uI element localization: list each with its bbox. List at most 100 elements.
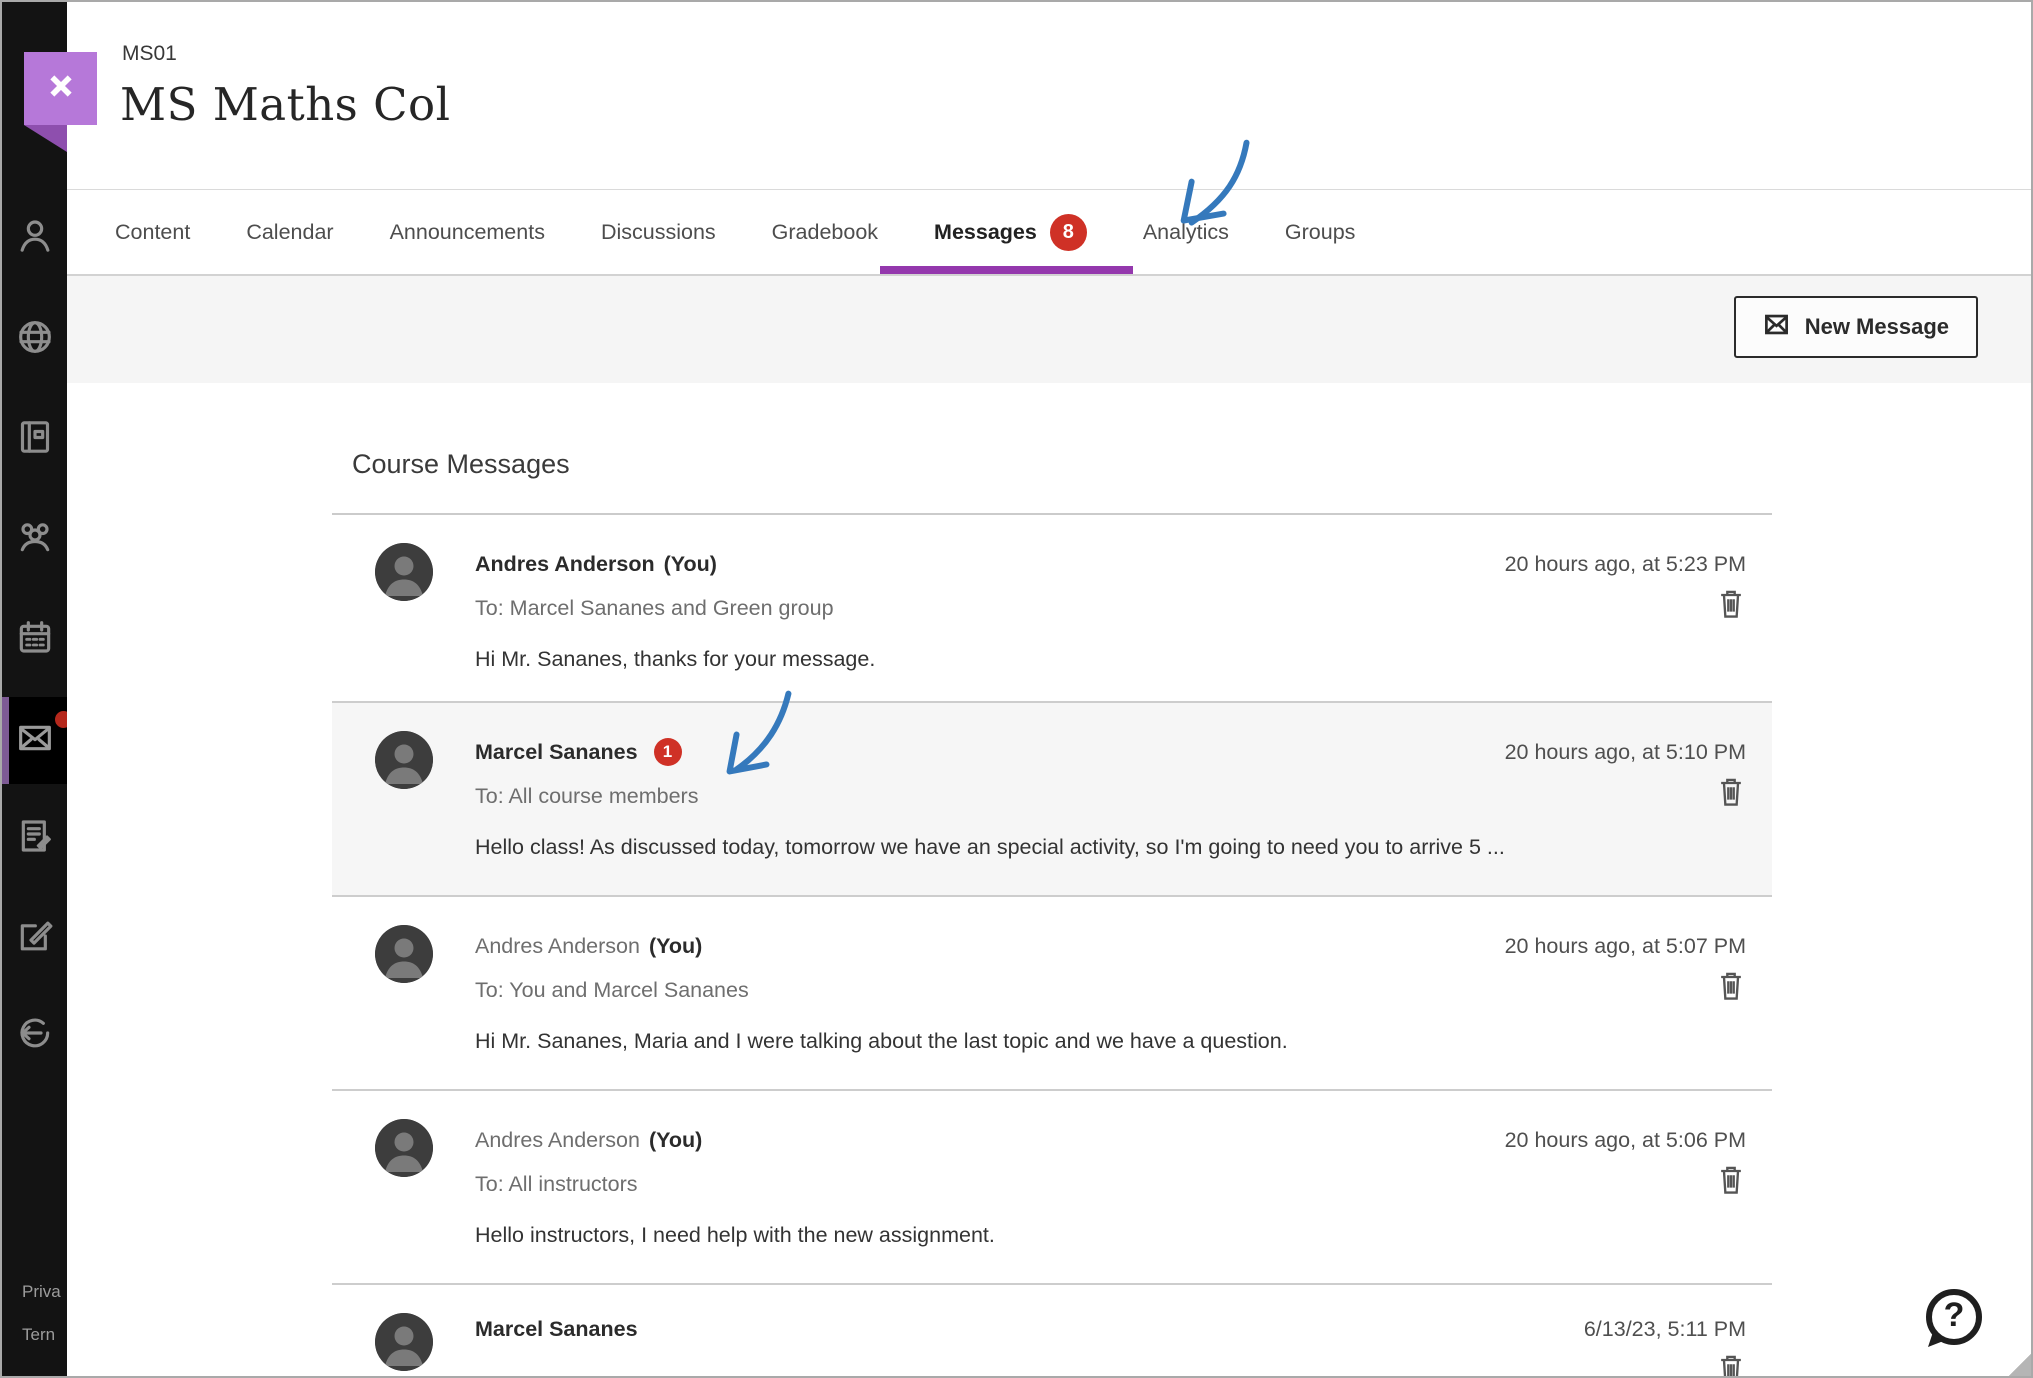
help-button[interactable]: ? [1916, 1284, 1988, 1356]
sidebar-item-globe[interactable] [2, 311, 67, 367]
avatar [375, 731, 433, 789]
tab-analytics[interactable]: Analytics [1115, 190, 1257, 274]
sidebar-item-grades-notes[interactable] [2, 810, 67, 866]
sender-you-suffix: (You) [663, 552, 717, 576]
sender-you-suffix: (You) [648, 934, 703, 958]
tab-announcements[interactable]: Announcements [362, 190, 573, 274]
timestamp: 20 hours ago, at 5:07 PM [1504, 934, 1746, 958]
tab-label: Messages [934, 219, 1037, 244]
message-row[interactable]: Andres Anderson (You) To: You and Marcel… [332, 897, 1772, 1091]
sidebar-item-compose[interactable] [2, 909, 67, 965]
tab-calendar[interactable]: Calendar [218, 190, 361, 274]
sender-name: Andres Anderson [475, 934, 640, 958]
globe-icon [15, 317, 55, 362]
tab-label: Analytics [1142, 219, 1229, 244]
delete-message-button[interactable] [1716, 1352, 1746, 1376]
message-row[interactable]: Andres Anderson (You) To: Marcel Sananes… [332, 515, 1772, 703]
timestamp: 20 hours ago, at 5:23 PM [1504, 552, 1746, 576]
message-preview: Hi Mr. Sananes, thanks for your message. [475, 647, 876, 671]
sidebar-item-person[interactable] [2, 210, 67, 266]
message-meta: 6/13/23, 5:11 PM [1584, 1314, 1746, 1376]
help-question-bubble-icon: ? [1916, 1289, 1988, 1359]
tab-label: Announcements [389, 219, 545, 244]
close-icon [45, 70, 77, 107]
delete-message-button[interactable] [1716, 587, 1746, 619]
tab-unread-badge: 8 [1049, 213, 1087, 251]
sender-name: Marcel Sananes [475, 740, 638, 764]
courses-book-icon [15, 417, 55, 462]
trash-icon [1716, 590, 1746, 622]
avatar [375, 543, 433, 601]
trash-icon [1716, 972, 1746, 1004]
sender-name: Marcel Sananes [475, 1317, 638, 1341]
compose-icon [15, 915, 55, 960]
sign-out-icon [15, 1013, 55, 1058]
message-row[interactable]: Marcel Sananes 6/13/23, 5:11 PM [332, 1285, 1772, 1376]
timestamp: 6/13/23, 5:11 PM [1583, 1317, 1746, 1341]
tab-messages[interactable]: Messages 8 [880, 190, 1133, 274]
new-message-button[interactable]: New Message [1733, 296, 1978, 358]
delete-message-button[interactable] [1716, 775, 1746, 807]
new-message-label: New Message [1804, 314, 1949, 339]
avatar [375, 925, 433, 983]
avatar [375, 1313, 433, 1371]
tab-content[interactable]: Content [87, 190, 218, 274]
sender-name: Andres Anderson [475, 552, 655, 576]
message-preview: Hello class! As discussed today, tomorro… [475, 835, 1505, 859]
active-tab-underline [880, 266, 1133, 274]
message-meta: 20 hours ago, at 5:07 PM [1505, 931, 1746, 1001]
message-list: Andres Anderson (You) To: Marcel Sananes… [332, 513, 1772, 1376]
trash-icon [1716, 1166, 1746, 1198]
timestamp: 20 hours ago, at 5:06 PM [1504, 1128, 1746, 1152]
sidebar-item-sign-out[interactable] [2, 1007, 67, 1063]
timestamp: 20 hours ago, at 5:10 PM [1504, 740, 1746, 764]
messages-toolbar: New Message [67, 274, 2031, 384]
sidebar-item-courses-book[interactable] [2, 411, 67, 467]
avatar [375, 1119, 433, 1177]
people-group-icon [15, 517, 55, 562]
tab-label: Gradebook [771, 219, 879, 244]
recipients-line: To: All course members [475, 784, 699, 808]
grades-notes-icon [15, 816, 55, 861]
sender-you-suffix: (You) [648, 1128, 703, 1152]
global-navigation-sidebar: Priva Tern [2, 2, 67, 1376]
tab-discussions[interactable]: Discussions [573, 190, 744, 274]
delete-message-button[interactable] [1716, 969, 1746, 1001]
active-item-indicator [2, 697, 9, 784]
recipients-line: To: You and Marcel Sananes [475, 978, 749, 1002]
recipients-line: To: All instructors [475, 1172, 638, 1196]
trash-icon [1716, 1355, 1746, 1376]
message-row[interactable]: Marcel Sananes 1 To: All course members … [332, 703, 1772, 897]
svg-text:?: ? [1944, 1296, 1965, 1334]
trash-icon [1716, 778, 1746, 810]
calendar-icon [15, 617, 55, 662]
tab-label: Calendar [246, 219, 334, 244]
sidebar-item-people-group[interactable] [2, 511, 67, 567]
sender-line: Marcel Sananes 1 [475, 737, 1512, 767]
sidebar-item-calendar[interactable] [2, 611, 67, 667]
tab-label: Discussions [600, 219, 716, 244]
delete-message-button[interactable] [1716, 1163, 1746, 1195]
unread-count-badge: 1 [653, 738, 682, 766]
course-header: MS01 MS Maths Col [67, 2, 2031, 190]
tab-groups[interactable]: Groups [1257, 190, 1384, 274]
envelope-icon [1763, 311, 1790, 344]
message-preview: Hello instructors, I need help with the … [475, 1223, 995, 1247]
close-course-button[interactable] [24, 52, 97, 125]
person-icon [15, 216, 55, 261]
main-area: MS01 MS Maths Col Content Calendar Annou… [67, 2, 2031, 1376]
tab-gradebook[interactable]: Gradebook [744, 190, 906, 274]
tab-label: Content [115, 219, 191, 244]
message-preview: Hi Mr. Sananes, Maria and I were talking… [475, 1029, 1288, 1053]
section-heading: Course Messages [352, 449, 570, 479]
page-title: MS Maths Col [120, 78, 451, 131]
sender-name: Andres Anderson [475, 1128, 640, 1152]
sidebar-item-messages-envelope[interactable] [2, 697, 67, 784]
sender-line: Andres Anderson (You) [475, 931, 1512, 961]
tab-label: Groups [1284, 219, 1356, 244]
privacy-link[interactable]: Priva [22, 1282, 61, 1302]
terms-link[interactable]: Tern [22, 1325, 55, 1345]
message-meta: 20 hours ago, at 5:10 PM [1505, 737, 1746, 807]
message-row[interactable]: Andres Anderson (You) To: All instructor… [332, 1091, 1772, 1285]
course-tab-bar: Content Calendar Announcements Discussio… [67, 190, 2031, 274]
